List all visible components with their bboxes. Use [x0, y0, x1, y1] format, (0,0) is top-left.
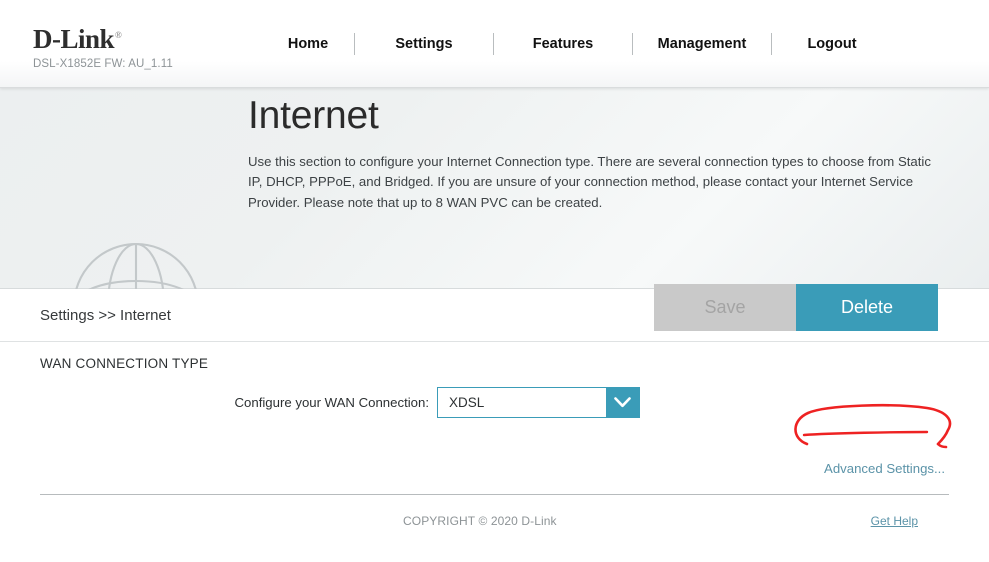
dlink-logo-text: D-Link	[33, 24, 115, 54]
breadcrumb: Settings >> Internet	[40, 307, 171, 324]
action-bar: Settings >> Internet Save Delete	[0, 284, 989, 342]
copyright-text: COPYRIGHT © 2020 D-Link	[403, 514, 557, 528]
page-footer: COPYRIGHT © 2020 D-Link Get Help	[0, 500, 989, 562]
get-help-link[interactable]: Get Help	[871, 514, 918, 528]
wan-connection-field-row: Configure your WAN Connection: XDSL	[0, 387, 640, 418]
advanced-settings-link[interactable]: Advanced Settings...	[824, 461, 945, 476]
section-heading-wan-connection-type: WAN CONNECTION TYPE	[40, 356, 209, 371]
wan-connection-select[interactable]: XDSL	[437, 387, 640, 418]
nav-item-features[interactable]: Features	[494, 36, 632, 52]
main-content: WAN CONNECTION TYPE Configure your WAN C…	[0, 342, 989, 495]
save-button[interactable]: Save	[654, 284, 796, 331]
chevron-down-glyph	[614, 397, 631, 408]
device-model-firmware: DSL-X1852E FW: AU_1.11	[33, 58, 173, 70]
wan-connection-selected-value: XDSL	[449, 395, 485, 410]
nav-item-home[interactable]: Home	[262, 36, 354, 52]
hero-text-block: Internet Use this section to configure y…	[248, 88, 948, 213]
main-navigation: Home Settings Features Management Logout	[262, 0, 892, 88]
content-divider	[40, 494, 949, 495]
page-description: Use this section to configure your Inter…	[248, 153, 931, 210]
action-buttons: Save Delete	[654, 284, 938, 331]
nav-item-logout[interactable]: Logout	[772, 36, 892, 52]
page-header: D-Link® DSL-X1852E FW: AU_1.11 Home Sett…	[0, 0, 989, 88]
page-title: Internet	[248, 94, 379, 137]
router-admin-page: D-Link® DSL-X1852E FW: AU_1.11 Home Sett…	[0, 0, 989, 562]
dlink-logo: D-Link®	[33, 24, 122, 54]
hero-banner: Internet Use this section to configure y…	[0, 88, 989, 370]
delete-button[interactable]: Delete	[796, 284, 938, 331]
registered-trademark-icon: ®	[115, 30, 122, 40]
nav-item-settings[interactable]: Settings	[355, 36, 493, 52]
chevron-down-icon[interactable]	[606, 388, 639, 417]
wan-connection-label: Configure your WAN Connection:	[234, 395, 429, 410]
nav-item-management[interactable]: Management	[633, 36, 771, 52]
brand-block[interactable]: D-Link® DSL-X1852E FW: AU_1.11	[33, 24, 173, 71]
